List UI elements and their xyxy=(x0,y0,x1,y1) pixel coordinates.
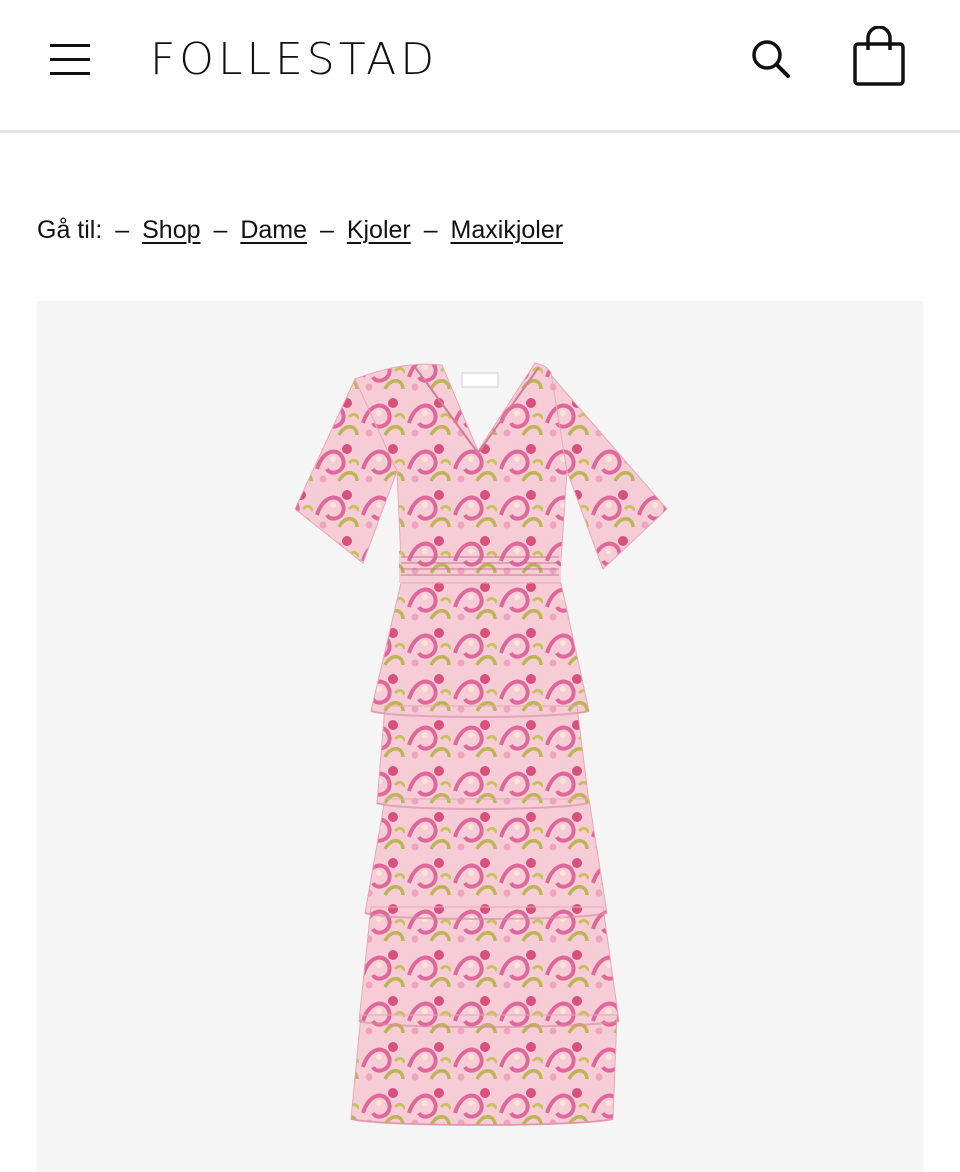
breadcrumb-separator: – xyxy=(423,216,438,244)
site-header: FOLLESTAD xyxy=(0,0,960,133)
dress-tier xyxy=(376,705,590,810)
breadcrumb-prefix: Gå til: xyxy=(37,216,103,244)
breadcrumb-separator: – xyxy=(115,216,130,244)
breadcrumb: Gå til: – Shop – Dame – Kjoler – Maxikjo… xyxy=(37,212,563,248)
site-logo[interactable]: FOLLESTAD xyxy=(150,34,438,86)
breadcrumb-link-dame[interactable]: Dame xyxy=(240,216,307,244)
search-icon xyxy=(752,40,790,78)
dress-tier xyxy=(350,1014,618,1126)
shopping-bag-icon xyxy=(853,25,905,86)
menu-line xyxy=(50,58,90,61)
dress-tier xyxy=(358,906,620,1028)
menu-line xyxy=(50,72,90,75)
breadcrumb-separator: – xyxy=(319,216,334,244)
dress-tier xyxy=(364,798,608,920)
breadcrumb-separator: – xyxy=(213,216,228,244)
breadcrumb-link-maxikjoler[interactable]: Maxikjoler xyxy=(451,216,564,244)
search-button[interactable] xyxy=(748,36,794,82)
dress-waistband xyxy=(399,551,561,583)
dress-tier xyxy=(370,582,590,718)
product-image[interactable] xyxy=(37,301,923,1172)
dress-illustration xyxy=(294,362,668,1126)
shopping-bag-button[interactable] xyxy=(852,25,906,88)
menu-line xyxy=(50,44,90,47)
breadcrumb-link-kjoler[interactable]: Kjoler xyxy=(347,216,411,244)
breadcrumb-link-shop[interactable]: Shop xyxy=(142,216,200,244)
hamburger-menu-button[interactable] xyxy=(50,42,90,76)
